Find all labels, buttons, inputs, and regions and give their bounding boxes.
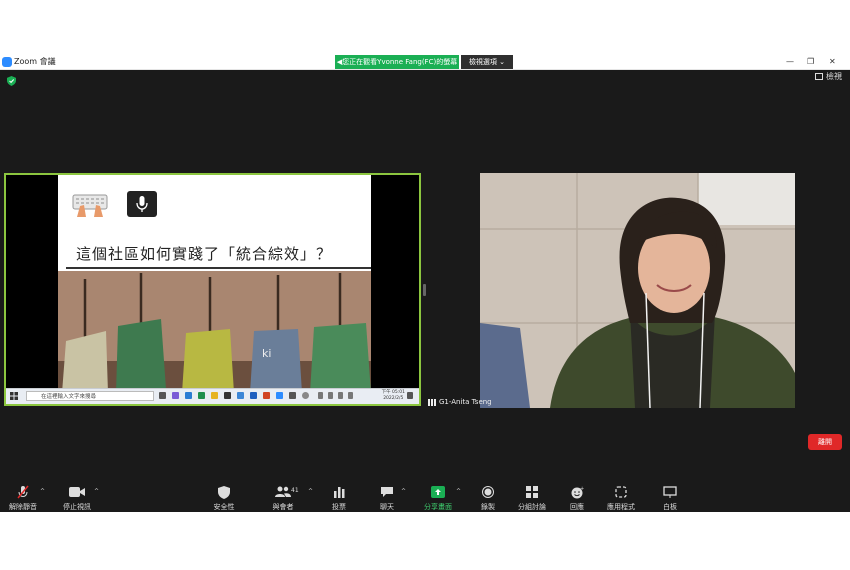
polls-bar-chart-icon [334, 487, 345, 498]
tray-icon [328, 392, 333, 399]
share-banner-text: 您正在觀看Yvonne Fang(FC)的螢幕 [342, 58, 458, 66]
participants-count: 41 [291, 487, 299, 494]
apps-icon [615, 486, 627, 498]
file-explorer-icon [211, 392, 218, 399]
typing-hands-keyboard-icon [72, 194, 108, 217]
apps-label: 應用程式 [607, 503, 635, 511]
close-icon[interactable]: ✕ [829, 57, 836, 67]
ie-icon [237, 392, 244, 399]
outlook-icon [250, 392, 257, 399]
video-options-chevron-icon[interactable]: ^ [94, 488, 99, 495]
participant-video-tile[interactable] [480, 173, 795, 408]
reaction-smiley-icon: + [571, 486, 584, 498]
reactions-button[interactable]: + 回應 [566, 480, 588, 512]
participant-name-label: G1-Anita Tseng [428, 398, 492, 406]
app-icon [289, 392, 296, 399]
breakout-rooms-label: 分組討論 [518, 503, 546, 511]
presentation-slide: 這個社區如何實踐了「統合綜效」？ ki [58, 175, 371, 393]
meeting-toolbar: 解除靜音 ^ 停止視訊 ^ 安全性 與會者 41 ^ 投票 聊天 ^ 分享畫面 … [0, 480, 850, 512]
participants-chevron-icon[interactable]: ^ [308, 488, 313, 495]
minimize-icon[interactable]: — [786, 57, 794, 67]
excel-icon [198, 392, 205, 399]
participant-video [480, 173, 795, 408]
view-options-label: 檢視選項 [468, 58, 497, 66]
shared-screen-tile[interactable]: 這個社區如何實踐了「統合綜效」？ ki 在這裡輸入文字來搜尋 下午 05:01 … [4, 173, 421, 406]
zoom-window: Zoom 會議 ◀您正在觀看Yvonne Fang(FC)的螢幕 檢視選項 ⌄ … [0, 55, 850, 512]
share-screen-button[interactable]: 分享畫面 [421, 480, 455, 512]
record-label: 錄製 [481, 503, 495, 511]
window-title: Zoom 會議 [14, 57, 56, 66]
stop-video-label: 停止視訊 [63, 503, 91, 511]
calculator-icon [224, 392, 231, 399]
svg-text:ki: ki [262, 347, 271, 360]
windows-start-icon [10, 392, 18, 400]
leave-meeting-button[interactable]: 離開 [808, 434, 842, 450]
tray-icon [338, 392, 343, 399]
chat-button[interactable]: 聊天 [376, 480, 398, 512]
split-view-handle[interactable] [423, 284, 426, 296]
teams-icon [172, 392, 179, 399]
chat-chevron-icon[interactable]: ^ [401, 488, 406, 495]
participants-label: 與會者 [272, 503, 294, 511]
share-banner: ◀您正在觀看Yvonne Fang(FC)的螢幕 [335, 55, 459, 69]
breakout-rooms-grid-icon [526, 486, 538, 498]
svg-text:+: + [580, 486, 584, 492]
violins-photo: ki [58, 271, 371, 393]
reactions-label: 回應 [570, 503, 584, 511]
restore-icon[interactable]: ❐ [807, 57, 814, 67]
signal-bars-icon [428, 398, 436, 406]
windows-taskbar: 在這裡輸入文字來搜尋 下午 05:01 2022/2/5 [6, 388, 419, 404]
taskbar-search-box: 在這裡輸入文字來搜尋 [26, 391, 154, 401]
muted-microphone-icon [17, 485, 29, 499]
polls-label: 投票 [332, 503, 346, 511]
task-view-icon [159, 392, 166, 399]
edge-icon [185, 392, 192, 399]
audio-options-chevron-icon[interactable]: ^ [40, 488, 45, 495]
security-button[interactable]: 安全性 [211, 480, 237, 512]
chat-bubble-icon [381, 487, 393, 497]
slide-divider [66, 267, 371, 269]
grid-icon [815, 73, 823, 80]
chat-label: 聊天 [380, 503, 394, 511]
zoom-taskbar-icon [276, 392, 283, 399]
participants-button[interactable]: 與會者 [270, 480, 296, 512]
view-button-label: 檢視 [826, 72, 842, 81]
whiteboard-label: 白板 [663, 503, 677, 511]
participants-icon [275, 486, 291, 497]
zoom-logo-icon [2, 57, 12, 67]
whiteboard-button[interactable]: 白板 [659, 480, 681, 512]
slide-title: 這個社區如何實踐了「統合綜效」？ [76, 245, 333, 263]
tray-icon [318, 392, 323, 399]
security-label: 安全性 [213, 503, 235, 511]
view-button[interactable]: 檢視 [815, 71, 842, 82]
unmute-label: 解除靜音 [9, 503, 37, 511]
security-shield-icon [218, 485, 230, 499]
microphone-icon [127, 191, 157, 217]
record-button[interactable]: 錄製 [477, 480, 499, 512]
powerpoint-icon [263, 392, 270, 399]
share-screen-arrow-icon [431, 486, 445, 498]
clock-date: 2022/2/5 [383, 396, 404, 401]
tray-icon [348, 392, 353, 399]
notification-icon [407, 392, 413, 399]
chevron-down-icon: ⌄ [499, 58, 506, 66]
breakout-rooms-button[interactable]: 分組討論 [516, 480, 548, 512]
stop-video-button[interactable]: 停止視訊 [62, 480, 92, 512]
taskbar-clock: 下午 05:01 2022/2/5 [382, 390, 405, 402]
share-chevron-icon[interactable]: ^ [456, 488, 461, 495]
title-bar: Zoom 會議 ◀您正在觀看Yvonne Fang(FC)的螢幕 檢視選項 ⌄ … [0, 55, 850, 70]
apps-button[interactable]: 應用程式 [605, 480, 637, 512]
unmute-button[interactable]: 解除靜音 [9, 480, 37, 512]
whiteboard-icon [663, 486, 677, 498]
video-camera-icon [69, 487, 85, 497]
record-icon [482, 486, 494, 498]
participant-name: G1-Anita Tseng [439, 398, 492, 406]
tray-icon [302, 392, 309, 399]
view-options-button[interactable]: 檢視選項 ⌄ [461, 55, 513, 69]
share-screen-label: 分享畫面 [424, 503, 452, 511]
encryption-shield-icon[interactable] [7, 76, 16, 86]
polls-button[interactable]: 投票 [328, 480, 350, 512]
taskbar-search-text: 在這裡輸入文字來搜尋 [41, 394, 97, 400]
